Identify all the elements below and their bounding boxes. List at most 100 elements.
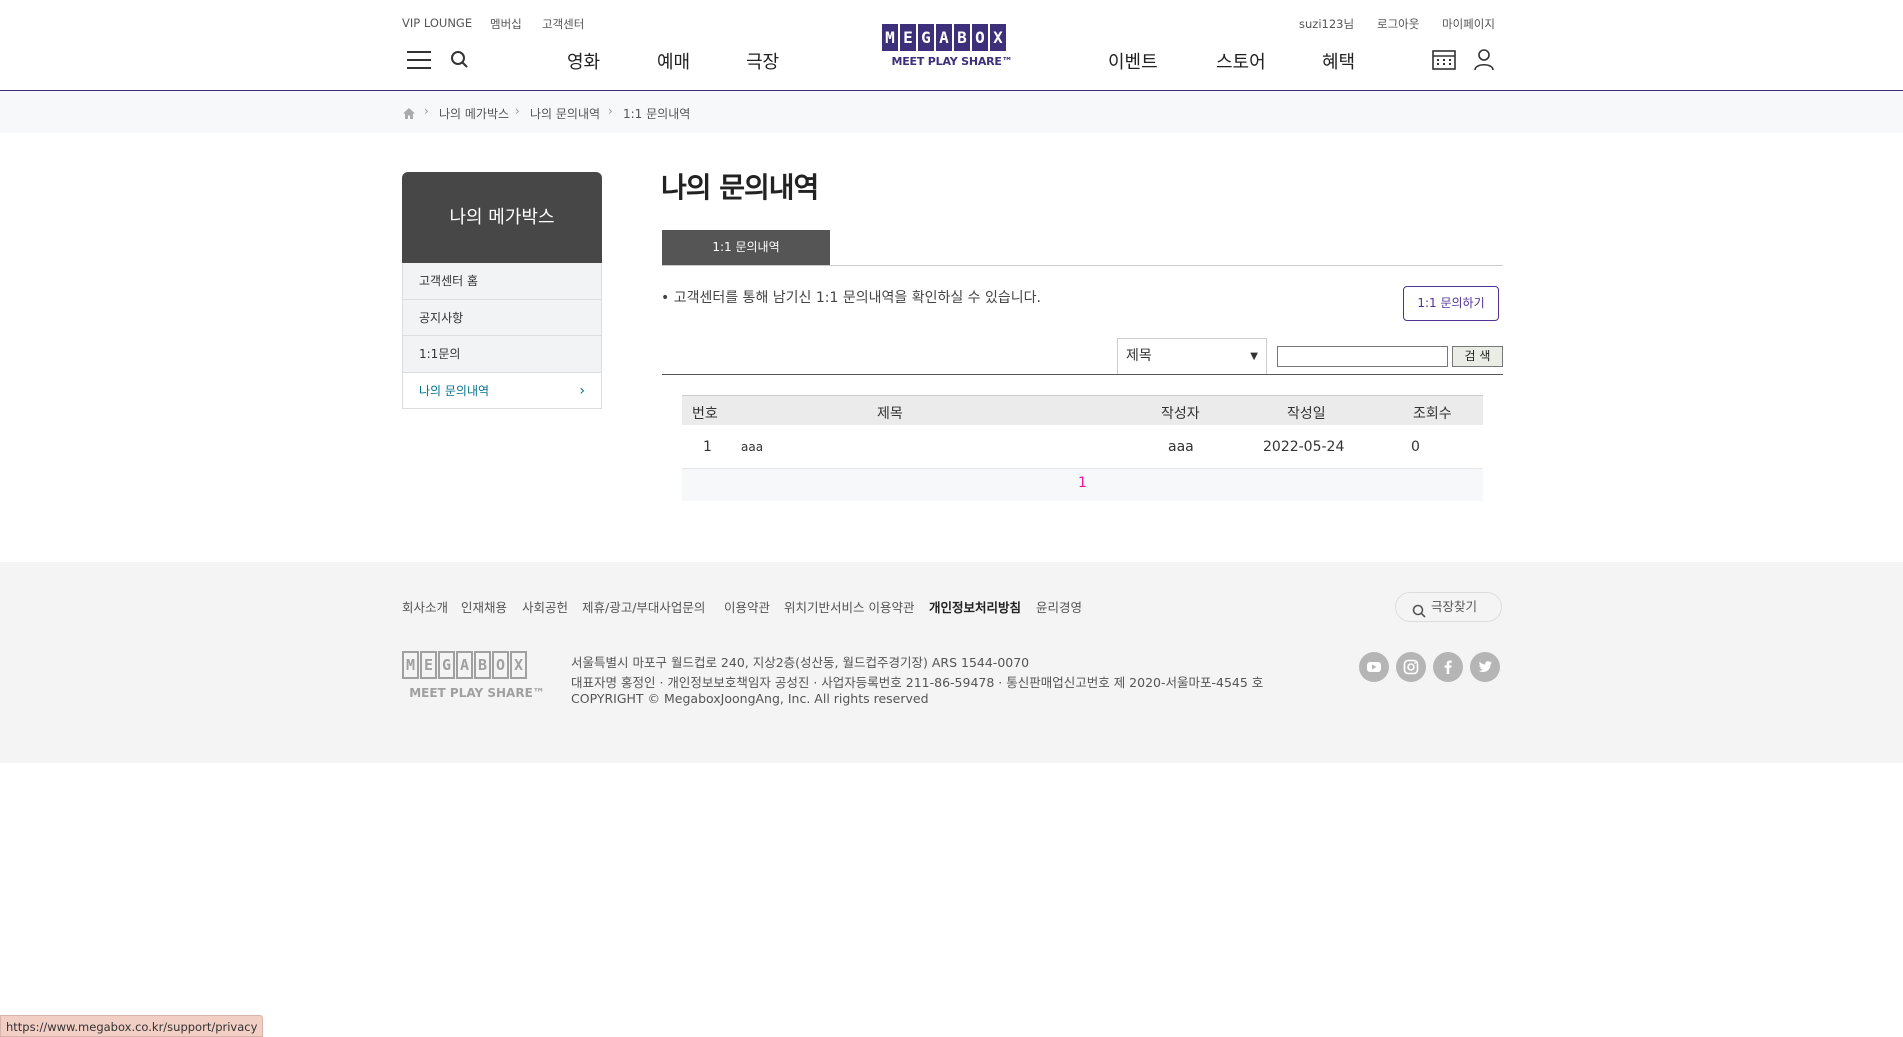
footer-link-privacy[interactable]: 개인정보처리방침 bbox=[929, 597, 1021, 616]
cell-date: 2022-05-24 bbox=[1263, 439, 1345, 455]
chevron-right-icon: › bbox=[424, 104, 429, 118]
footer-logo-letter: G bbox=[438, 651, 455, 679]
footer-link-careers[interactable]: 인재채용 bbox=[461, 597, 507, 616]
gnb-movie[interactable]: 영화 bbox=[567, 48, 600, 74]
gnb-theater[interactable]: 극장 bbox=[746, 48, 779, 74]
footer-link-location-terms[interactable]: 위치기반서비스 이용약관 bbox=[784, 597, 914, 616]
column-header-date: 작성일 bbox=[1287, 406, 1326, 422]
footer-address: 서울특별시 마포구 월드컵로 240, 지상2층(성산동, 월드컵주경기장) A… bbox=[571, 655, 1030, 670]
cell-views: 0 bbox=[1411, 439, 1420, 455]
footer-logo-letter: B bbox=[474, 651, 491, 679]
gnb-benefit[interactable]: 혜택 bbox=[1322, 48, 1355, 74]
side-nav-item-notice[interactable]: 공지사항 bbox=[402, 299, 602, 336]
footer-logo-letter: E bbox=[420, 651, 437, 679]
footer-logo-letters: MEGABOX bbox=[402, 651, 552, 679]
customer-center-link[interactable]: 고객센터 bbox=[542, 16, 584, 32]
side-nav-item-label: 1:1문의 bbox=[419, 347, 461, 361]
footer-link-terms[interactable]: 이용약관 bbox=[724, 597, 770, 616]
logo-letters: MEGABOX bbox=[882, 24, 1022, 51]
side-nav-item-my-inquiry[interactable]: 나의 문의내역 › bbox=[402, 372, 602, 409]
breadcrumb-my-inquiry[interactable]: 나의 문의내역 bbox=[530, 105, 600, 122]
megabox-logo[interactable]: MEGABOX MEET PLAY SHARE™ bbox=[882, 24, 1022, 71]
search-icon bbox=[1412, 600, 1426, 628]
footer-link-company[interactable]: 회사소개 bbox=[402, 597, 448, 616]
search-icon[interactable] bbox=[450, 50, 470, 70]
side-nav-title: 나의 메가박스 bbox=[402, 172, 602, 263]
menu-icon[interactable] bbox=[407, 49, 433, 71]
breadcrumb: › 나의 메가박스 › 나의 문의내역 › 1:1 문의내역 bbox=[0, 91, 1903, 133]
side-nav-item-label: 나의 문의내역 bbox=[419, 383, 490, 398]
footer-logo-letter: A bbox=[456, 651, 473, 679]
logo-letter: A bbox=[936, 24, 952, 51]
logo-tagline: MEET PLAY SHARE™ bbox=[891, 55, 1013, 68]
page-number[interactable]: 1 bbox=[1078, 475, 1087, 491]
tab-one-to-one-inquiry[interactable]: 1:1 문의내역 bbox=[662, 230, 830, 265]
site-header: VIP LOUNGE 멤버십 고객센터 suzi123님 로그아웃 마이페이지 … bbox=[0, 0, 1903, 91]
gnb-reservation[interactable]: 예매 bbox=[657, 48, 690, 74]
footer-link-csr[interactable]: 사회공헌 bbox=[522, 597, 568, 616]
search-divider bbox=[662, 374, 1503, 375]
search-type-select[interactable]: 제목 ▼ bbox=[1117, 338, 1267, 375]
gnb-store[interactable]: 스토어 bbox=[1216, 48, 1266, 74]
side-nav: 나의 메가박스 고객센터 홈 공지사항 1:1문의 나의 문의내역 › bbox=[402, 172, 602, 409]
logo-letter: O bbox=[972, 24, 988, 51]
logo-letter: E bbox=[900, 24, 916, 51]
chevron-right-icon: › bbox=[608, 104, 613, 118]
table-row: 1 aaa aaa 2022-05-24 0 bbox=[682, 425, 1483, 469]
column-header-author: 작성자 bbox=[1161, 406, 1200, 422]
footer-logo-letter: X bbox=[510, 651, 527, 679]
side-nav-item-label: 고객센터 홈 bbox=[419, 274, 479, 288]
status-bar-url: https://www.megabox.co.kr/support/privac… bbox=[0, 1015, 264, 1037]
username-link[interactable]: suzi123님 bbox=[1299, 16, 1354, 32]
user-icon[interactable] bbox=[1474, 49, 1494, 71]
breadcrumb-my-megabox[interactable]: 나의 메가박스 bbox=[439, 105, 509, 122]
footer-logo: MEGABOX MEET PLAY SHARE™ bbox=[402, 651, 552, 700]
chevron-right-icon: › bbox=[515, 104, 520, 118]
chevron-right-icon: › bbox=[579, 382, 585, 399]
cell-title-link[interactable]: aaa bbox=[741, 440, 763, 454]
youtube-icon[interactable] bbox=[1359, 652, 1389, 682]
footer-link-ethics[interactable]: 윤리경영 bbox=[1036, 597, 1082, 616]
pagination: 1 bbox=[682, 469, 1483, 501]
home-icon[interactable] bbox=[402, 105, 416, 119]
search-button[interactable]: 검 색 bbox=[1452, 346, 1503, 367]
footer-company-info: 대표자명 홍정인 · 개인정보보호책임자 공성진 · 사업자등록번호 211-8… bbox=[571, 675, 1264, 690]
facebook-icon[interactable] bbox=[1433, 652, 1463, 682]
mypage-link[interactable]: 마이페이지 bbox=[1442, 16, 1495, 32]
search-type-value: 제목 bbox=[1126, 348, 1152, 364]
twitter-icon[interactable] bbox=[1470, 652, 1500, 682]
logo-letter: G bbox=[918, 24, 934, 51]
vip-lounge-link[interactable]: VIP LOUNGE bbox=[402, 16, 472, 30]
footer-logo-letter: O bbox=[492, 651, 509, 679]
breadcrumb-one-to-one[interactable]: 1:1 문의내역 bbox=[623, 105, 690, 122]
cell-number: 1 bbox=[703, 439, 712, 455]
logo-letter: X bbox=[990, 24, 1006, 51]
instagram-icon[interactable] bbox=[1396, 652, 1426, 682]
logo-letter: B bbox=[954, 24, 970, 51]
side-nav-item-support-home[interactable]: 고객센터 홈 bbox=[402, 263, 602, 300]
column-header-number: 번호 bbox=[692, 406, 718, 422]
page-title: 나의 문의내역 bbox=[661, 171, 819, 204]
gnb-event[interactable]: 이벤트 bbox=[1108, 48, 1158, 74]
column-header-views: 조회수 bbox=[1413, 406, 1452, 422]
column-header-title: 제목 bbox=[877, 406, 903, 422]
cell-author: aaa bbox=[1168, 439, 1194, 455]
side-nav-item-label: 공지사항 bbox=[419, 310, 464, 325]
membership-link[interactable]: 멤버십 bbox=[490, 16, 522, 32]
info-text: • 고객센터를 통해 남기신 1:1 문의내역을 확인하실 수 있습니다. bbox=[661, 290, 1041, 306]
tab-divider bbox=[662, 265, 1503, 266]
footer-link-partnership[interactable]: 제휴/광고/부대사업문의 bbox=[582, 597, 705, 616]
side-nav-item-one-to-one[interactable]: 1:1문의 bbox=[402, 336, 602, 373]
logout-link[interactable]: 로그아웃 bbox=[1377, 16, 1419, 32]
find-theater-label: 극장찾기 bbox=[1431, 599, 1478, 614]
footer-copyright: COPYRIGHT © MegaboxJoongAng, Inc. All ri… bbox=[571, 691, 929, 706]
logo-letter: M bbox=[882, 24, 898, 51]
site-footer: 회사소개 인재채용 사회공헌 제휴/광고/부대사업문의 이용약관 위치기반서비스… bbox=[0, 562, 1903, 763]
calendar-icon[interactable] bbox=[1432, 49, 1456, 71]
find-theater-button[interactable]: 극장찾기 bbox=[1395, 592, 1502, 622]
table-header: 번호 제목 작성자 작성일 조회수 bbox=[682, 395, 1483, 425]
one-to-one-inquiry-button[interactable]: 1:1 문의하기 bbox=[1403, 286, 1499, 321]
footer-logo-letter: M bbox=[402, 651, 419, 679]
footer-logo-tagline: MEET PLAY SHARE™ bbox=[409, 686, 545, 700]
search-input[interactable] bbox=[1277, 346, 1448, 367]
